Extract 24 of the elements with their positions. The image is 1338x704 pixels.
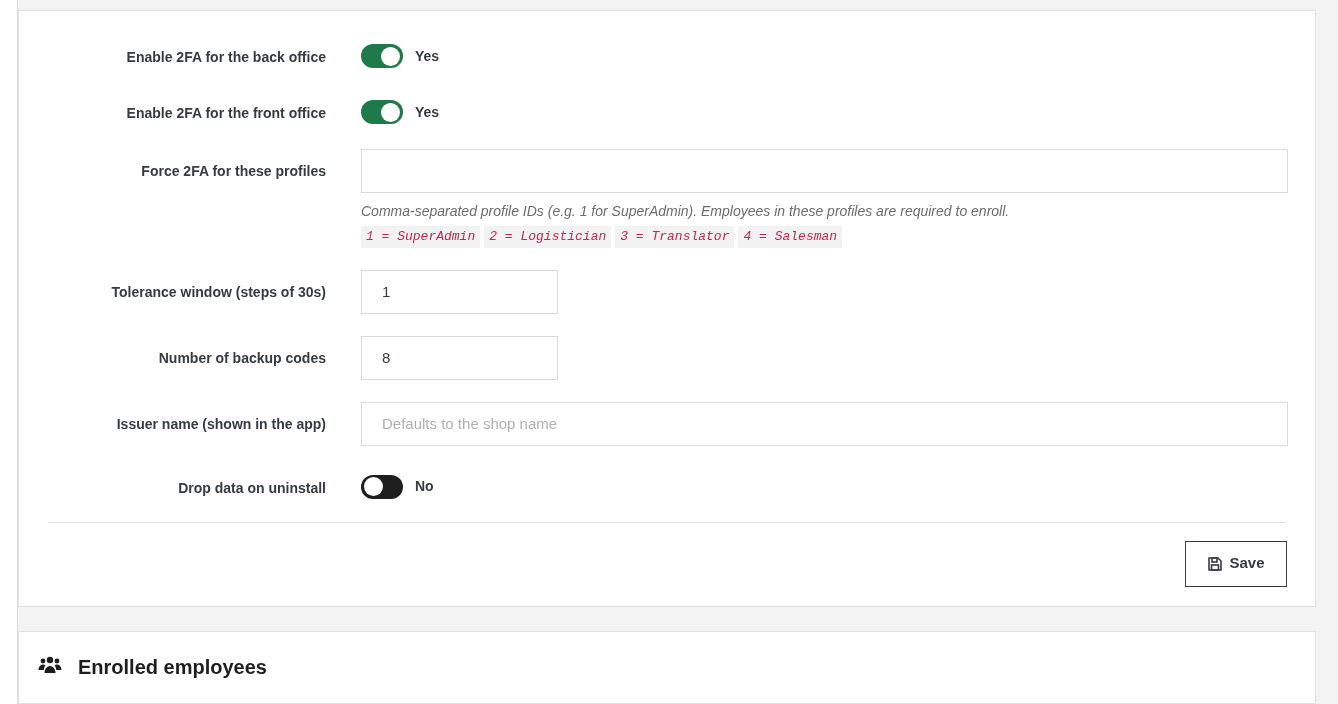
field-label: Number of backup codes: [158, 349, 326, 366]
toggle-state-label: No: [415, 477, 434, 496]
toggle-state-label: Yes: [415, 46, 440, 66]
users-icon: [38, 654, 62, 675]
save-button[interactable]: Save: [1185, 540, 1287, 587]
input-field[interactable]: 8: [361, 335, 558, 380]
toggle-switch[interactable]: [361, 44, 403, 68]
field-label: Issuer name (shown in the app): [116, 415, 326, 432]
profile-code: 2 = Logistician: [484, 226, 612, 248]
toggle-switch[interactable]: [361, 100, 403, 124]
field-label: Enable 2FA for the front office: [126, 105, 326, 121]
help-text: Comma-separated profile IDs (e.g. 1 for SuperAdmin). Employees in these profiles are required to enroll.: [361, 202, 1011, 221]
section-title: Enrolled employees: [78, 654, 267, 680]
field-label: Force 2FA for these profiles: [141, 163, 326, 179]
input-field[interactable]: Defaults to the shop name: [361, 401, 1288, 446]
toggle-state-label: Yes: [415, 102, 440, 122]
field-label: Tolerance window (steps of 30s): [111, 283, 326, 300]
profile-code: 1 = SuperAdmin: [361, 226, 481, 248]
field-label: Drop data on uninstall: [178, 479, 326, 496]
field-label: Enable 2FA for the back office: [126, 49, 326, 65]
profile-code: 4 = Salesman: [738, 226, 843, 248]
toggle-switch[interactable]: [361, 474, 403, 499]
profile-code: 3 = Translator: [615, 226, 735, 248]
input-field[interactable]: 1: [361, 269, 558, 314]
